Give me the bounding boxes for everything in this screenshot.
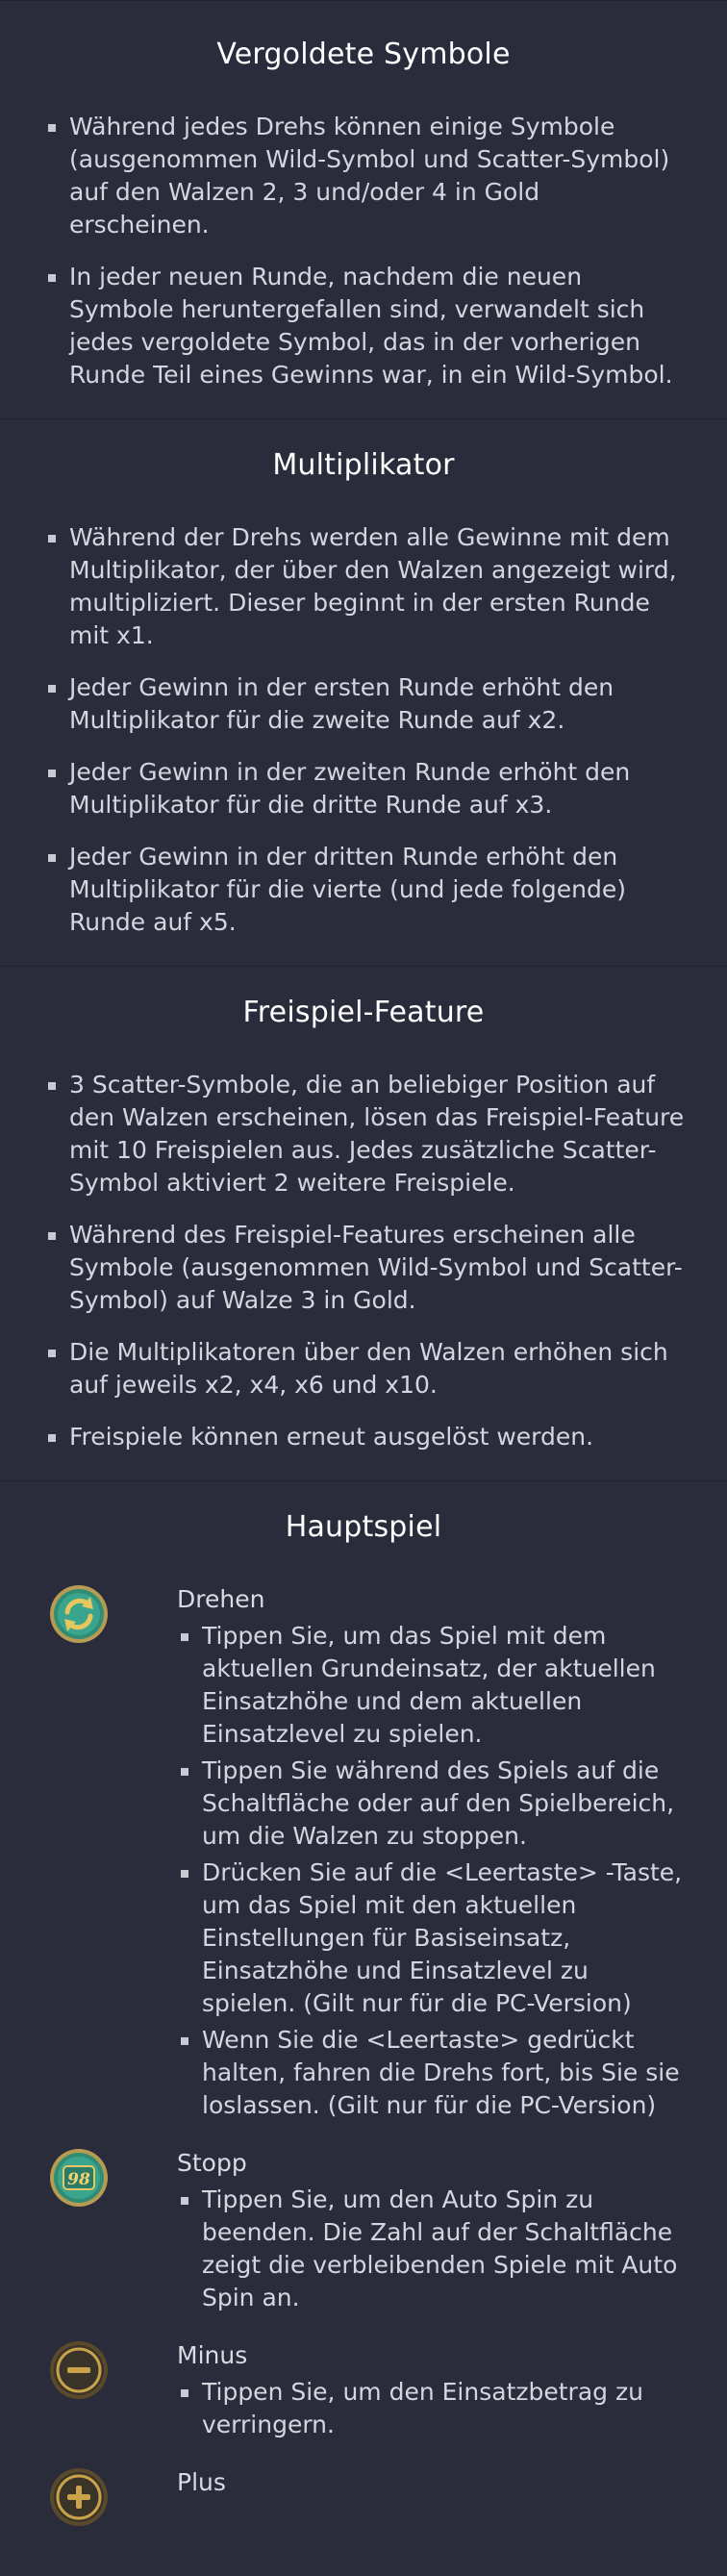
control-name: Plus [177, 2468, 226, 2496]
list-item: Die Multiplikatoren über den Walzen erhö… [42, 1336, 685, 1402]
autospin-stop-icon: 98 [50, 2149, 108, 2207]
list-item: Jeder Gewinn in der ersten Runde erhöht … [42, 671, 685, 737]
control-stop: 98 Stopp Tippen Sie, um den Auto Spin zu… [42, 2147, 685, 2318]
list-item: Während der Drehs werden alle Gewinne mi… [42, 521, 685, 652]
bullet-list: Tippen Sie, um den Einsatzbetrag zu verr… [177, 2376, 685, 2441]
section-free-spins: Freispiel-Feature 3 Scatter-Symbole, die… [0, 966, 727, 1480]
list-item: Tippen Sie während des Spiels auf die Sc… [177, 1755, 685, 1853]
list-item: Jeder Gewinn in der zweiten Runde erhöht… [42, 756, 685, 821]
control-spin: Drehen Tippen Sie, um das Spiel mit dem … [42, 1583, 685, 2126]
bullet-list: Tippen Sie, um den Auto Spin zu beenden.… [177, 2184, 685, 2314]
list-item: Jeder Gewinn in der dritten Runde erhöht… [42, 841, 685, 939]
control-name: Stopp [177, 2149, 247, 2177]
spin-icon [50, 1585, 108, 1643]
section-multiplier: Multiplikator Während der Drehs werden a… [0, 418, 727, 966]
control-name: Drehen [177, 1585, 265, 1613]
list-item: Wenn Sie die <Leertaste> gedrückt halten… [177, 2024, 685, 2122]
section-title: Multiplikator [272, 448, 455, 482]
section-title: Vergoldete Symbole [216, 38, 511, 71]
list-item: Während des Freispiel-Features erscheine… [42, 1219, 685, 1317]
list-item: Während jedes Drehs können einige Symbol… [42, 111, 685, 241]
control-plus: Plus [42, 2466, 685, 2528]
section-title: Hauptspiel [285, 1510, 442, 1544]
minus-icon [50, 2341, 108, 2399]
section-title: Freispiel-Feature [242, 996, 485, 1029]
bullet-list: Während jedes Drehs können einige Symbol… [42, 111, 685, 391]
section-main-game: Hauptspiel Drehen Tippen Sie, um das Spi… [0, 1480, 727, 2576]
control-name: Minus [177, 2341, 248, 2369]
bullet-list: Während der Drehs werden alle Gewinne mi… [42, 521, 685, 939]
list-item: Tippen Sie, um das Spiel mit dem aktuell… [177, 1620, 685, 1751]
list-item: 3 Scatter-Symbole, die an beliebiger Pos… [42, 1069, 685, 1200]
control-minus: Minus Tippen Sie, um den Einsatzbetrag z… [42, 2339, 685, 2445]
bullet-list: 3 Scatter-Symbole, die an beliebiger Pos… [42, 1069, 685, 1453]
list-item: Freispiele können erneut ausgelöst werde… [42, 1421, 685, 1453]
section-golden-symbols: Vergoldete Symbole Während jedes Drehs k… [0, 0, 727, 418]
list-item: Tippen Sie, um den Auto Spin zu beenden.… [177, 2184, 685, 2314]
bullet-list: Tippen Sie, um das Spiel mit dem aktuell… [177, 1620, 685, 2122]
plus-icon [50, 2468, 108, 2526]
list-item: Drücken Sie auf die <Leertaste> -Taste, … [177, 1856, 685, 2020]
list-item: In jeder neuen Runde, nachdem die neuen … [42, 261, 685, 391]
list-item: Tippen Sie, um den Einsatzbetrag zu verr… [177, 2376, 685, 2441]
autospin-count: 98 [67, 2170, 90, 2189]
